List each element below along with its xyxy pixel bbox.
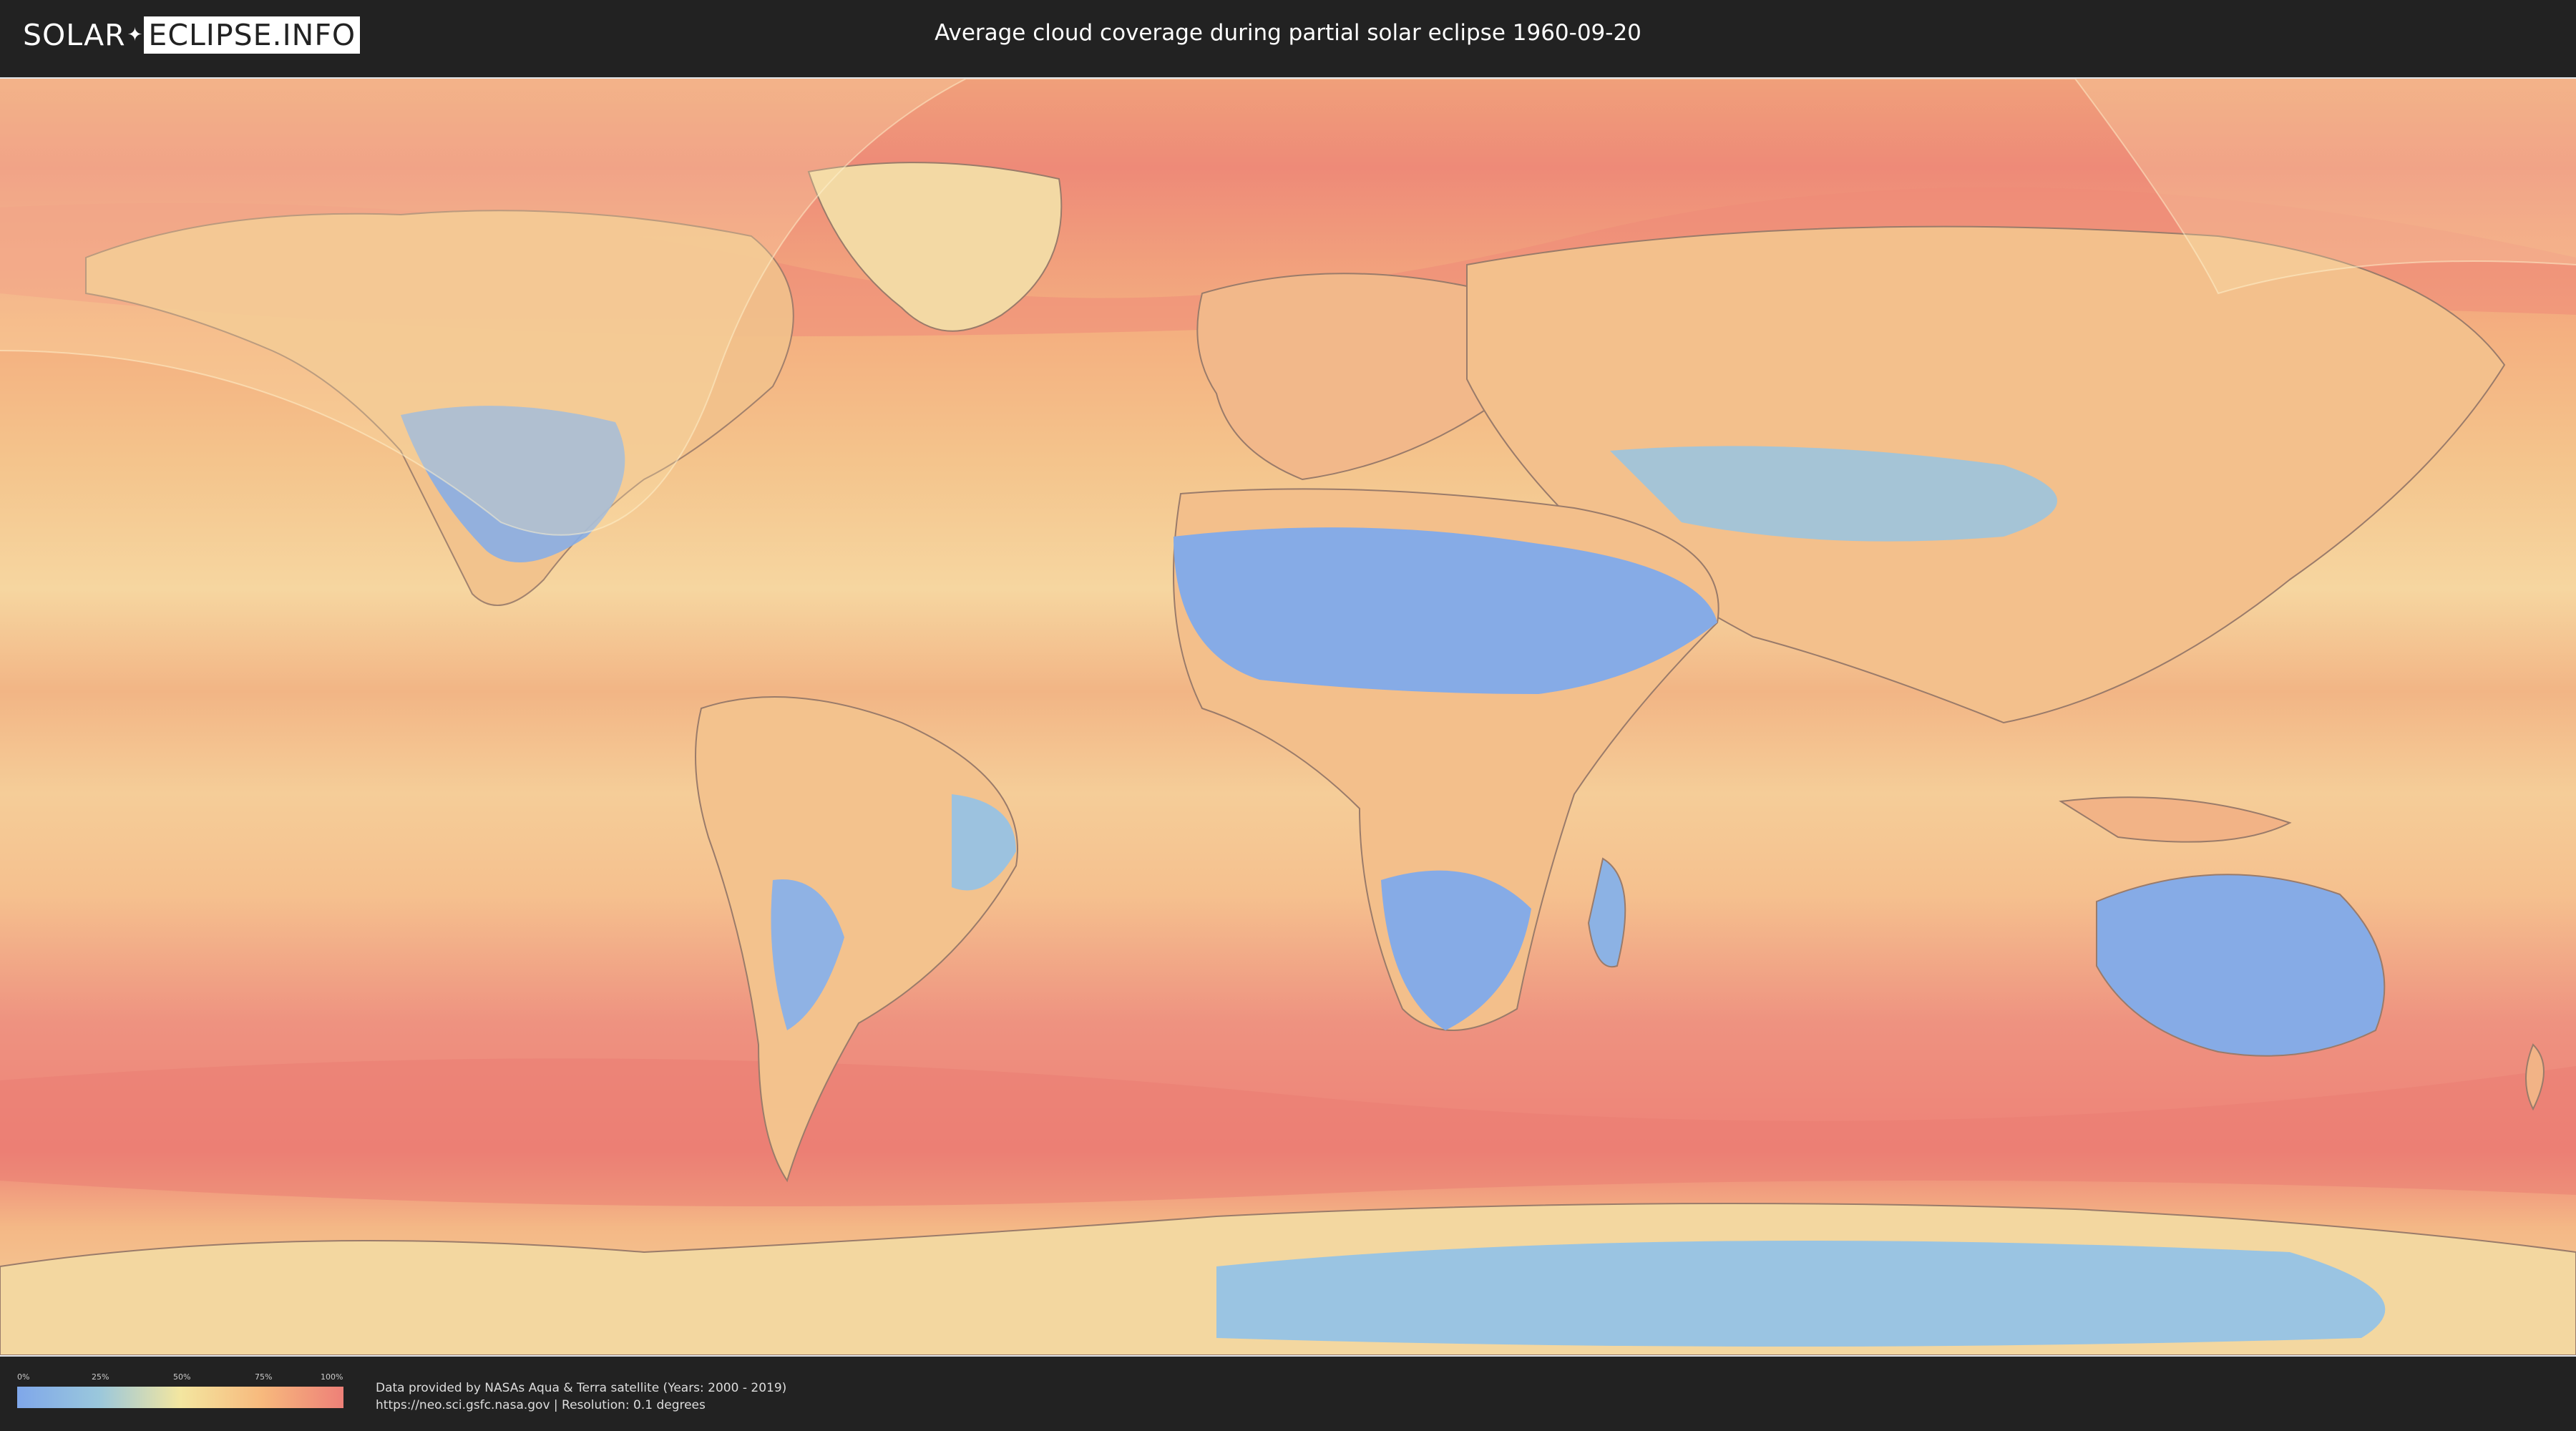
legend-tick-50: 50% — [173, 1372, 191, 1382]
cloud-coverage-map[interactable] — [0, 77, 2576, 1357]
clear-region-antarctica — [1216, 1241, 2386, 1347]
legend-color-bar — [17, 1387, 343, 1408]
header-bar: SOLAR ✦ ECLIPSE.INFO Average cloud cover… — [0, 0, 2576, 72]
page-title: Average cloud coverage during partial so… — [935, 20, 1641, 46]
legend-tick-75: 75% — [255, 1372, 273, 1382]
legend-tick-100: 100% — [321, 1372, 343, 1382]
data-credit: Data provided by NASAs Aqua & Terra sate… — [376, 1379, 786, 1414]
footer-bar: 0% 25% 50% 75% 100% Data provided by NAS… — [0, 1357, 2576, 1431]
legend-tick-0: 0% — [17, 1372, 30, 1382]
credit-line-source: Data provided by NASAs Aqua & Terra sate… — [376, 1381, 787, 1395]
legend-ticks: 0% 25% 50% 75% 100% — [17, 1372, 343, 1385]
legend-tick-25: 25% — [92, 1372, 109, 1382]
world-map-icon — [0, 79, 2576, 1355]
cloud-coverage-legend: 0% 25% 50% 75% 100% — [17, 1372, 343, 1408]
credit-line-url[interactable]: https://neo.sci.gsfc.nasa.gov | Resoluti… — [376, 1397, 786, 1414]
